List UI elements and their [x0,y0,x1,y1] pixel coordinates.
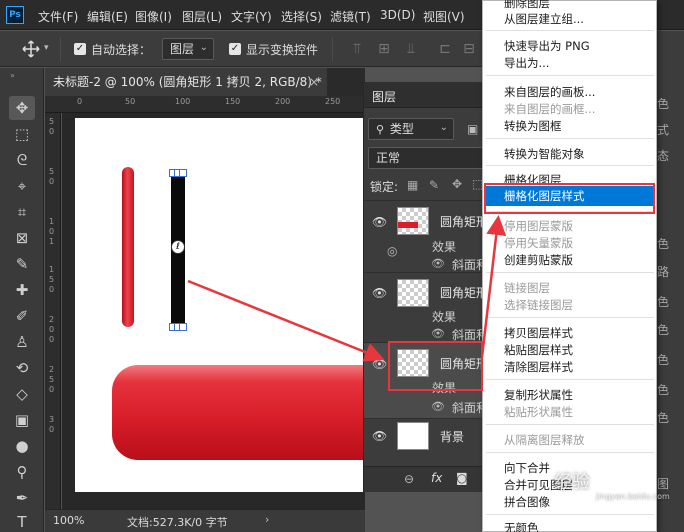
annotation-arrows [187,215,507,362]
watermark-logo: 经验 [554,468,590,494]
annotation-arrow [187,279,385,362]
annotation-arrow [480,215,507,358]
watermark-url: jingyan.baidu.com [596,492,670,501]
watermark-logo-text: 经验 [554,472,590,493]
